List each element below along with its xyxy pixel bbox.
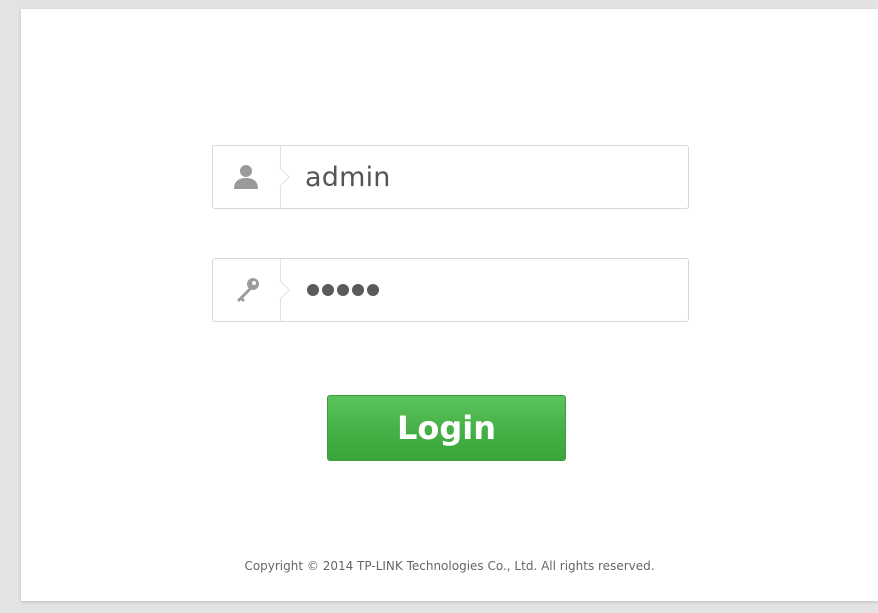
password-masked-value[interactable] (307, 259, 379, 321)
password-dot (367, 284, 379, 296)
password-dot (337, 284, 349, 296)
password-dot (322, 284, 334, 296)
password-field[interactable] (212, 258, 689, 322)
username-value[interactable]: admin (305, 146, 680, 208)
username-field[interactable]: admin (212, 145, 689, 209)
login-panel: admin Login Copyright © 2014 TP-LINK Tec… (21, 9, 878, 601)
key-icon (237, 278, 259, 302)
password-dot (307, 284, 319, 296)
user-icon (234, 165, 258, 189)
password-dot (352, 284, 364, 296)
login-button[interactable]: Login (327, 395, 566, 461)
copyright-text: Copyright © 2014 TP-LINK Technologies Co… (244, 559, 655, 573)
login-page: admin Login Copyright © 2014 TP-LINK Tec… (0, 0, 878, 613)
